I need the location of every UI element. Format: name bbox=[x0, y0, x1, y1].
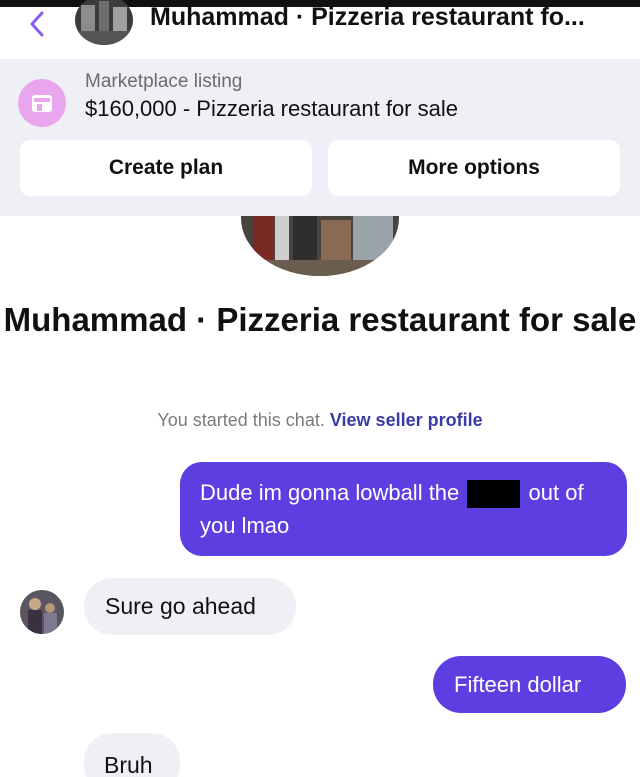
back-button[interactable] bbox=[22, 9, 52, 39]
view-seller-profile-link[interactable]: View seller profile bbox=[330, 410, 483, 430]
message-bubble-outgoing[interactable]: Dude im gonna lowball the out of you lma… bbox=[180, 462, 627, 556]
chat-header: Muhammad · Pizzeria restaurant fo... bbox=[0, 0, 640, 59]
chat-started-text: You started this chat. bbox=[157, 410, 325, 430]
message-bubble-outgoing[interactable]: Fifteen dollar bbox=[433, 656, 626, 713]
message-text-before: Dude im gonna lowball the bbox=[200, 480, 460, 505]
seller-avatar[interactable] bbox=[20, 590, 64, 634]
listing-label: Marketplace listing bbox=[85, 71, 243, 92]
chat-title: Muhammad · Pizzeria restaurant for sale bbox=[3, 301, 637, 338]
header-title[interactable]: Muhammad · Pizzeria restaurant fo... bbox=[150, 3, 585, 32]
message-bubble-incoming[interactable]: Bruh bbox=[84, 733, 180, 777]
message-bubble-incoming[interactable]: Sure go ahead bbox=[84, 578, 296, 635]
listing-title[interactable]: $160,000 - Pizzeria restaurant for sale bbox=[85, 96, 458, 122]
more-options-button[interactable]: More options bbox=[328, 140, 620, 196]
header-avatar[interactable] bbox=[75, 0, 133, 45]
storefront-icon[interactable] bbox=[18, 79, 66, 127]
chevron-left-icon bbox=[30, 11, 44, 37]
marketplace-listing-panel: Marketplace listing $160,000 - Pizzeria … bbox=[0, 59, 640, 216]
chat-started-note: You started this chat. View seller profi… bbox=[0, 410, 640, 431]
create-plan-button[interactable]: Create plan bbox=[20, 140, 312, 196]
redaction-bar bbox=[467, 480, 521, 509]
